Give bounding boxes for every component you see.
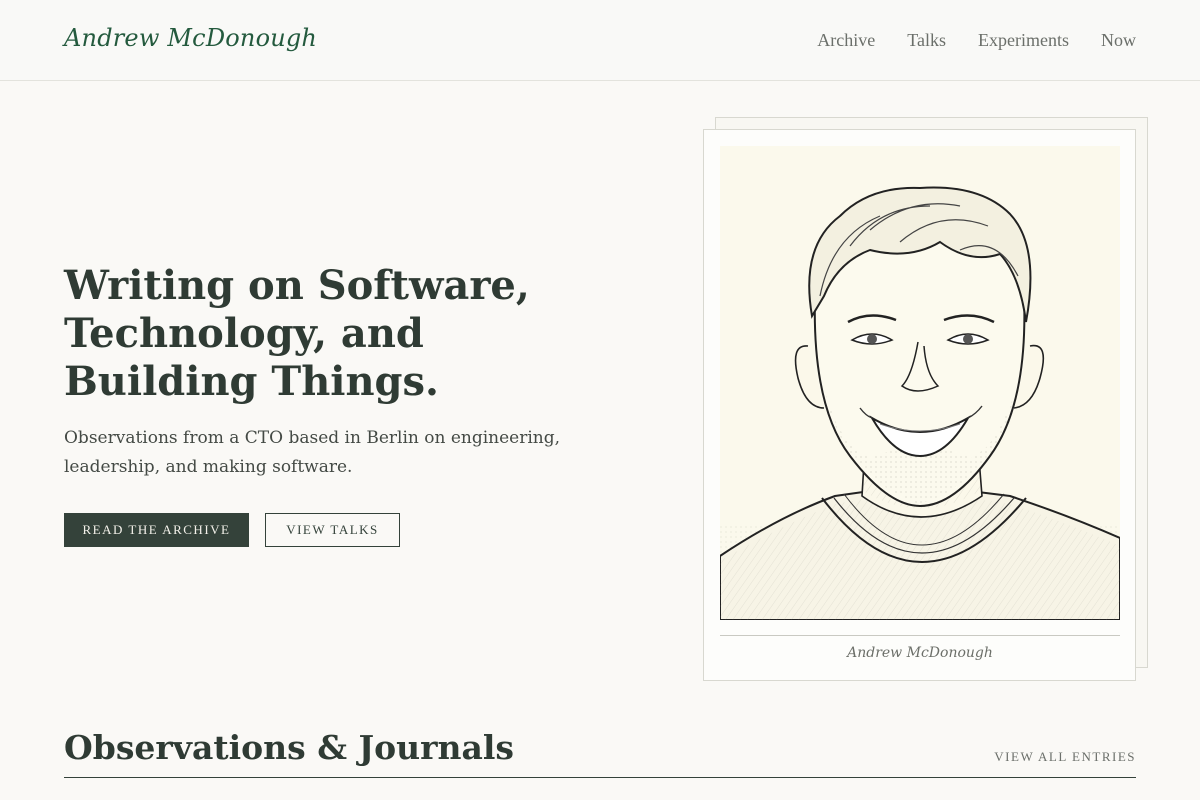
hero-subtitle: Observations from a CTO based in Berlin … bbox=[64, 428, 561, 477]
main-nav: Archive Talks Experiments Now bbox=[817, 30, 1136, 51]
caption-divider bbox=[720, 635, 1120, 636]
hero-title: Writing on Software, Technology, and Bui… bbox=[64, 262, 530, 405]
portrait-card: Andrew McDonough bbox=[703, 129, 1136, 681]
read-archive-button[interactable]: READ THE ARCHIVE bbox=[64, 513, 249, 547]
section-divider bbox=[64, 777, 1136, 778]
nav-link-archive[interactable]: Archive bbox=[817, 30, 875, 51]
portrait-image bbox=[720, 146, 1120, 620]
portrait-caption: Andrew McDonough bbox=[847, 645, 993, 661]
nav-link-talks[interactable]: Talks bbox=[907, 30, 946, 51]
nav-link-experiments[interactable]: Experiments bbox=[978, 30, 1069, 51]
site-brand-link[interactable]: Andrew McDonough bbox=[64, 24, 317, 52]
view-all-entries-link[interactable]: VIEW ALL ENTRIES bbox=[994, 749, 1136, 765]
portrait-illustration bbox=[720, 146, 1120, 620]
site-header: Andrew McDonough Archive Talks Experimen… bbox=[0, 0, 1200, 81]
view-talks-button[interactable]: VIEW TALKS bbox=[265, 513, 400, 547]
nav-link-now[interactable]: Now bbox=[1101, 30, 1136, 51]
journal-section-title: Observations & Journals bbox=[64, 728, 514, 767]
